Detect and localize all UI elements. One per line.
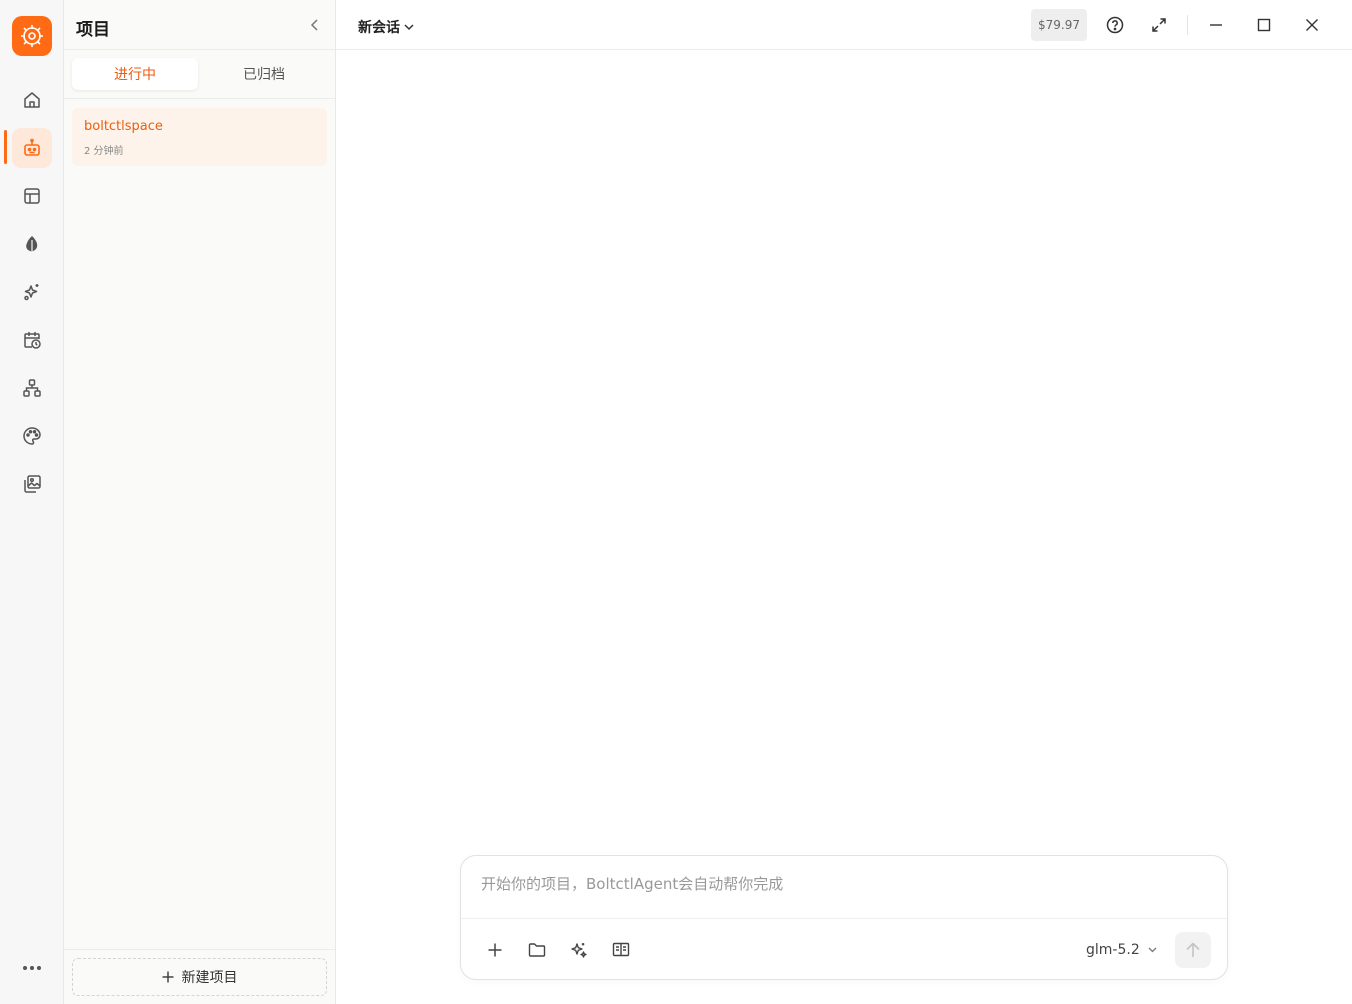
session-title: 新会话	[358, 20, 400, 36]
expand-icon	[1152, 18, 1166, 32]
nav-schedule[interactable]	[12, 320, 52, 360]
new-project-button[interactable]: 新建项目	[72, 958, 327, 996]
layout-icon	[24, 188, 40, 204]
chevron-down-icon	[404, 24, 414, 31]
more-menu-button[interactable]	[12, 948, 52, 988]
leaf-icon	[26, 236, 38, 252]
maximize-icon	[1257, 18, 1271, 32]
book-icon	[612, 942, 630, 957]
project-list-item[interactable]: boltctlspace 2 分钟前	[72, 108, 327, 166]
top-bar: 新会话 $79.97	[336, 0, 1352, 50]
nav-org[interactable]	[12, 368, 52, 408]
open-folder-button[interactable]	[525, 938, 549, 962]
plus-icon	[488, 943, 502, 957]
panel-title: 项目	[76, 20, 110, 40]
fullscreen-button[interactable]	[1147, 13, 1171, 37]
model-selector[interactable]: glm-5.2	[1086, 940, 1157, 960]
minimize-button[interactable]	[1204, 13, 1228, 37]
chevron-left-icon	[310, 19, 318, 31]
nav-agents[interactable]	[12, 128, 52, 168]
nav-gallery[interactable]	[12, 464, 52, 504]
send-button[interactable]	[1175, 932, 1211, 968]
chevron-down-icon	[1148, 947, 1157, 953]
app-logo[interactable]	[12, 16, 52, 56]
new-project-label: 新建项目	[181, 970, 238, 986]
maximize-button[interactable]	[1252, 13, 1276, 37]
prompt-input[interactable]: 开始你的项目，BoltctlAgent会自动帮你完成	[481, 872, 1201, 896]
nav-skills[interactable]	[12, 272, 52, 312]
divider	[1187, 15, 1188, 35]
project-timestamp: 2 分钟前	[84, 146, 124, 157]
nav-layout[interactable]	[12, 176, 52, 216]
reader-button[interactable]	[609, 938, 633, 962]
robot-icon	[24, 138, 40, 156]
cost-badge[interactable]: $79.97	[1031, 9, 1087, 41]
divider	[461, 918, 1227, 919]
calendar-clock-icon	[24, 332, 41, 349]
close-icon	[1306, 19, 1318, 31]
help-button[interactable]	[1103, 13, 1127, 37]
palette-icon	[23, 427, 41, 445]
hierarchy-icon	[23, 379, 41, 397]
panel-header: 项目	[64, 0, 335, 50]
help-icon	[1106, 16, 1124, 34]
app-window: 项目 进行中 已归档 boltctlspace 2 分钟前 新建项目 新会话 $…	[0, 0, 1352, 1004]
icon-rail	[0, 0, 64, 1004]
nav-knowledge[interactable]	[12, 224, 52, 264]
tab-archived[interactable]: 已归档	[201, 58, 327, 90]
chat-composer: 开始你的项目，BoltctlAgent会自动帮你完成 glm-5.2	[460, 855, 1228, 980]
plus-icon	[162, 971, 173, 983]
project-name: boltctlspace	[84, 119, 163, 134]
sparkles-icon	[24, 284, 39, 301]
divider	[64, 98, 335, 99]
active-indicator	[4, 130, 7, 164]
home-icon	[24, 92, 40, 108]
more-icon	[23, 966, 41, 970]
collapse-panel-button[interactable]	[307, 17, 323, 33]
magic-sparkles-icon	[571, 943, 587, 958]
minimize-icon	[1210, 24, 1222, 26]
session-selector[interactable]: 新会话	[358, 17, 414, 37]
project-tabs: 进行中 已归档	[72, 58, 327, 90]
model-name: glm-5.2	[1086, 942, 1140, 958]
close-window-button[interactable]	[1300, 13, 1324, 37]
add-attachment-button[interactable]	[483, 938, 507, 962]
tab-in-progress[interactable]: 进行中	[72, 58, 198, 90]
app-logo-icon	[21, 25, 43, 47]
divider	[64, 949, 335, 950]
magic-button[interactable]	[567, 938, 591, 962]
arrow-up-icon	[1186, 942, 1200, 958]
gallery-icon	[24, 475, 41, 493]
nav-home[interactable]	[12, 80, 52, 120]
nav-themes[interactable]	[12, 416, 52, 456]
folder-icon	[528, 943, 546, 957]
